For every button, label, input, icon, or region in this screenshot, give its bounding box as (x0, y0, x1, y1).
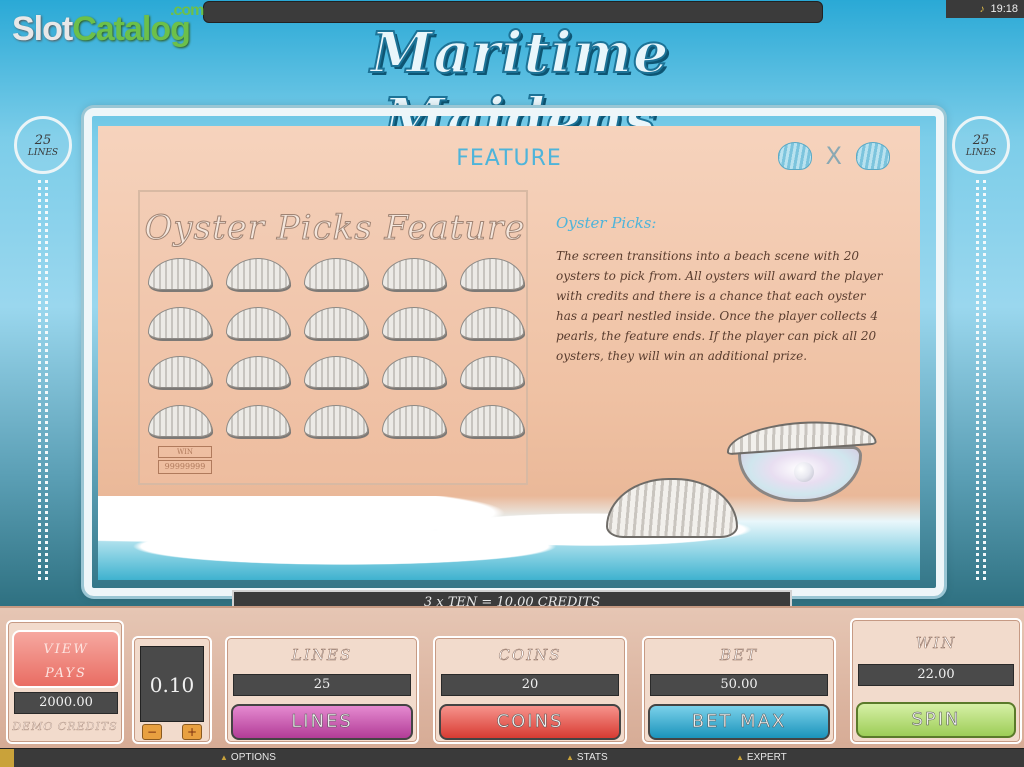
slotcatalog-logo: SlotCatalog .com (12, 2, 204, 49)
bet-label: BET (720, 646, 758, 665)
denomination-value: 0.10 (140, 646, 204, 722)
shell-icon-left (777, 142, 812, 170)
spin-button[interactable]: SPIN (856, 702, 1016, 738)
vine-ornament-right (976, 180, 986, 580)
oyster-picks-heading: Oyster Picks: (556, 214, 657, 232)
oyster-icon (382, 356, 446, 388)
options-label: OPTIONS (230, 752, 276, 763)
pearl-illustration (794, 462, 814, 482)
clock-time: 19:18 (990, 3, 1018, 15)
oyster-icon (148, 405, 212, 437)
oyster-icon (148, 307, 212, 339)
denomination-panel: 0.10 − + (132, 636, 212, 744)
closed-oyster-illustration (606, 478, 738, 538)
options-menu[interactable]: ▲ OPTIONS (220, 752, 276, 763)
coins-button[interactable]: COINS (439, 704, 621, 740)
shell-icon-right (856, 142, 890, 170)
oyster-icon (148, 356, 212, 388)
close-button[interactable]: X (826, 142, 842, 170)
oyster-icon (460, 405, 524, 437)
lines-badge-label: LINES (27, 147, 59, 158)
lines-button[interactable]: LINES (231, 704, 413, 740)
view-pays-label-1: VIEW (43, 642, 89, 657)
bet-max-button[interactable]: BET MAX (648, 704, 830, 740)
view-pays-label-2: PAYS (45, 666, 87, 681)
caret-up-icon: ▲ (566, 753, 574, 762)
lines-value: 25 (233, 674, 411, 696)
oyster-icon (304, 405, 368, 437)
lines-badge-right: 25 LINES (952, 116, 1010, 174)
win-panel: WIN 22.00 SPIN (850, 618, 1022, 744)
waves-decoration (98, 496, 920, 580)
oyster-icon (304, 356, 368, 388)
caret-up-icon: ▲ (220, 753, 228, 762)
denomination-increase-button[interactable]: + (182, 724, 202, 740)
feature-preview-image: Oyster Picks Feature WIN 99999999 (138, 190, 528, 485)
oyster-icon (460, 258, 524, 290)
oyster-icon (226, 258, 290, 290)
oyster-icon (148, 258, 212, 290)
credits-label: DEMO CREDITS (12, 720, 118, 733)
oyster-picks-description: The screen transitions into a beach scen… (556, 249, 883, 363)
stats-menu[interactable]: ▲ STATS (566, 752, 608, 763)
oyster-icon (382, 307, 446, 339)
expert-label: EXPERT (746, 752, 787, 763)
coins-value: 20 (441, 674, 619, 696)
oyster-icon (226, 405, 290, 437)
logo-slot-text: Slot (12, 10, 73, 48)
oyster-icon (382, 258, 446, 290)
lines-label: LINES (291, 646, 353, 665)
coins-label: COINS (498, 646, 562, 665)
sound-icon[interactable]: ♪ (979, 4, 984, 15)
oyster-icon (304, 258, 368, 290)
bottom-bar-accent (0, 749, 14, 767)
bet-panel: BET 50.00 BET MAX (642, 636, 836, 744)
stats-label: STATS (576, 752, 608, 763)
lines-panel: LINES 25 LINES (225, 636, 419, 744)
oyster-icon (226, 356, 290, 388)
feature-panel: FEATURE X Oyster Picks Feature WIN 99999… (98, 126, 920, 580)
oyster-icon (382, 405, 446, 437)
oyster-icon (226, 307, 290, 339)
win-label: WIN (915, 634, 957, 653)
bottom-menu-bar: ▲ OPTIONS ▲ STATS ▲ EXPERT (0, 748, 1024, 767)
lines-badge-number: 25 (34, 132, 52, 148)
oyster-icon (460, 356, 524, 388)
control-panel: VIEW PAYS 2000.00 DEMO CREDITS 0.10 − + … (0, 606, 1024, 750)
vine-ornament-left (38, 180, 48, 580)
bet-value: 50.00 (650, 674, 828, 696)
lines-badge-left: 25 LINES (14, 116, 72, 174)
credits-value: 2000.00 (14, 692, 118, 714)
expert-menu[interactable]: ▲ EXPERT (736, 752, 787, 763)
status-bar: ♪ 19:18 (946, 0, 1024, 18)
feature-text: Oyster Picks: The screen transitions int… (556, 214, 886, 366)
caret-up-icon: ▲ (736, 753, 744, 762)
lines-badge-number: 25 (972, 132, 990, 148)
oyster-icon (304, 307, 368, 339)
preview-title: Oyster Picks Feature (144, 208, 526, 249)
preview-win-label: WIN (158, 446, 212, 458)
coins-panel: COINS 20 COINS (433, 636, 627, 744)
win-value: 22.00 (858, 664, 1014, 686)
preview-win-value: 99999999 (158, 460, 212, 474)
view-pays-panel: VIEW PAYS 2000.00 DEMO CREDITS (6, 620, 124, 744)
close-area[interactable]: X (777, 142, 890, 170)
lines-badge-label: LINES (965, 147, 997, 158)
logo-com-text: .com (170, 2, 204, 19)
denomination-decrease-button[interactable]: − (142, 724, 162, 740)
oyster-grid (148, 258, 528, 437)
view-pays-button[interactable]: VIEW PAYS (12, 630, 120, 688)
oyster-icon (460, 307, 524, 339)
